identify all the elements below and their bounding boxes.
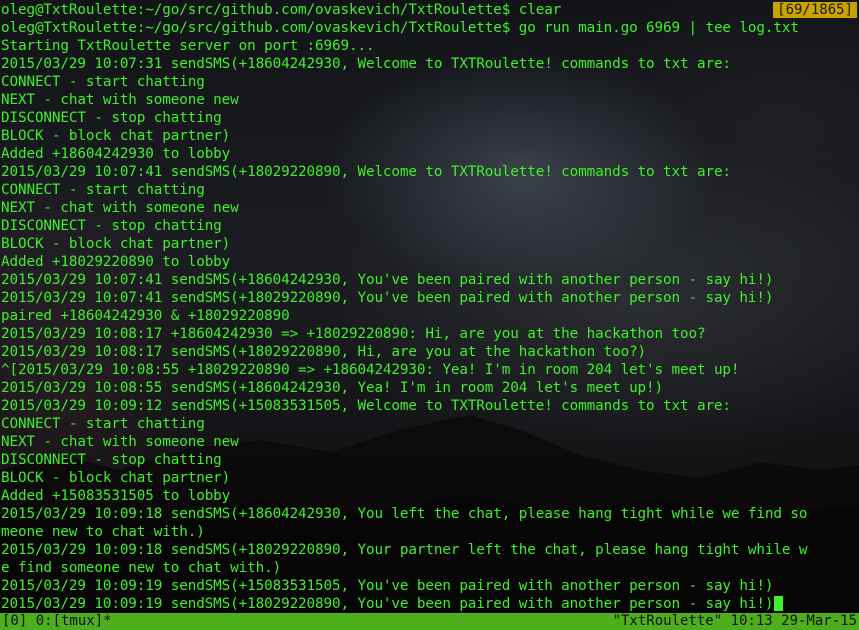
terminal-line: 2015/03/29 10:07:41 sendSMS(+18029220890… (1, 290, 774, 306)
terminal-line: Added +18604242930 to lobby (1, 146, 231, 162)
tmux-status-right: "TxtRoulette" 10:13 29-Mar-15 (612, 613, 857, 629)
terminal-line: CONNECT - start chatting (1, 182, 205, 198)
terminal-line: paired +18604242930 & +18029220890 (1, 308, 290, 324)
terminal-line: CONNECT - start chatting (1, 416, 205, 432)
terminal-line: DISCONNECT - stop chatting (1, 110, 222, 126)
terminal-line: CONNECT - start chatting (1, 74, 205, 90)
terminal-line: Added +18029220890 to lobby (1, 254, 231, 270)
terminal-line: NEXT - chat with someone new (1, 200, 239, 216)
terminal-line: 2015/03/29 10:08:17 sendSMS(+18029220890… (1, 344, 647, 360)
terminal-line: 2015/03/29 10:08:17 +18604242930 => +180… (1, 326, 706, 342)
tmux-window-list[interactable]: [0] 0:[tmux]* (2, 613, 112, 630)
terminal-line: 2015/03/29 10:08:55 sendSMS(+18604242930… (1, 380, 664, 396)
terminal-line: 2015/03/29 10:09:18 sendSMS(+18604242930… (1, 506, 808, 522)
terminal-line: e find someone new to chat with.) (1, 560, 282, 576)
terminal-line: Added +15083531505 to lobby (1, 488, 231, 504)
terminal-cursor (774, 596, 784, 611)
terminal-line: Starting TxtRoulette server on port :696… (1, 38, 375, 54)
terminal-line: ^[2015/03/29 10:08:55 +18029220890 => +1… (1, 362, 740, 378)
terminal-line: BLOCK - block chat partner) (1, 236, 231, 252)
terminal-line: NEXT - chat with someone new (1, 92, 239, 108)
terminal-line-text: 2015/03/29 10:09:19 sendSMS(+18029220890… (1, 596, 774, 612)
tmux-status-bar: [0] 0:[tmux]* "TxtRoulette" 10:13 29-Mar… (0, 613, 859, 630)
terminal-line: 2015/03/29 10:07:41 sendSMS(+18029220890… (1, 164, 731, 180)
terminal-line: oleg@TxtRoulette:~/go/src/github.com/ova… (1, 20, 799, 36)
terminal-line-last: 2015/03/29 10:09:19 sendSMS(+18029220890… (1, 595, 857, 613)
terminal-line: 2015/03/29 10:09:19 sendSMS(+15083531505… (1, 578, 774, 594)
terminal-line: 2015/03/29 10:09:12 sendSMS(+15083531505… (1, 398, 731, 414)
terminal-line: NEXT - chat with someone new (1, 434, 239, 450)
terminal-line: 2015/03/29 10:07:41 sendSMS(+18604242930… (1, 272, 774, 288)
terminal-line: BLOCK - block chat partner) (1, 470, 231, 486)
terminal-pane[interactable]: oleg@TxtRoulette:~/go/src/github.com/ova… (1, 1, 857, 613)
terminal-line: 2015/03/29 10:09:18 sendSMS(+18029220890… (1, 542, 808, 558)
terminal-line: oleg@TxtRoulette:~/go/src/github.com/ova… (1, 2, 562, 18)
terminal-line: BLOCK - block chat partner) (1, 128, 231, 144)
terminal-line: DISCONNECT - stop chatting (1, 218, 222, 234)
terminal-line: 2015/03/29 10:07:31 sendSMS(+18604242930… (1, 56, 731, 72)
terminal-line: DISCONNECT - stop chatting (1, 452, 222, 468)
terminal-line: meone new to chat with.) (1, 524, 205, 540)
scroll-position-indicator: [69/1865] (773, 2, 857, 18)
